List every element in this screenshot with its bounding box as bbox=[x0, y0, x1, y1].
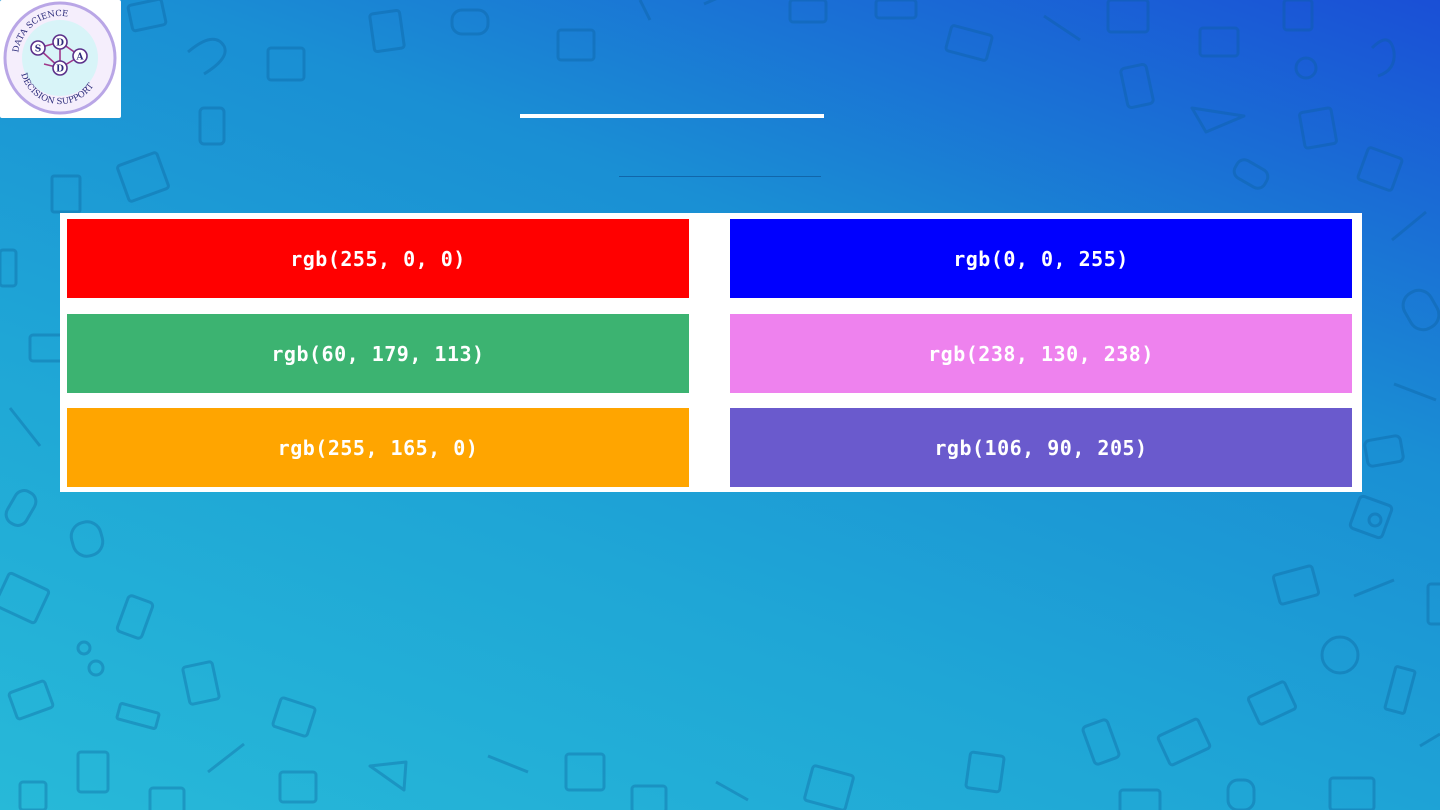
logo-letter-s: S bbox=[35, 45, 42, 55]
swatch-red: rgb(255, 0, 0) bbox=[67, 219, 689, 298]
logo-letter-a: A bbox=[76, 53, 85, 63]
logo-letter-d-lower: D bbox=[56, 65, 64, 75]
logo: DATA SCIENCE DECISION SUPPORT S D A D bbox=[0, 0, 121, 118]
swatch-orange: rgb(255, 165, 0) bbox=[67, 408, 689, 487]
title-underline bbox=[520, 114, 824, 118]
logo-letter-d: D bbox=[56, 39, 64, 49]
logo-emblem: DATA SCIENCE DECISION SUPPORT S D A D bbox=[3, 1, 117, 115]
swatch-blue: rgb(0, 0, 255) bbox=[730, 219, 1352, 298]
swatch-violet: rgb(238, 130, 238) bbox=[730, 314, 1352, 393]
swatch-slateblue: rgb(106, 90, 205) bbox=[730, 408, 1352, 487]
swatch-mediumseagreen: rgb(60, 179, 113) bbox=[67, 314, 689, 393]
subtitle-underline bbox=[619, 176, 821, 177]
color-swatch-panel: rgb(255, 0, 0) rgb(0, 0, 255) rgb(60, 17… bbox=[60, 213, 1362, 492]
